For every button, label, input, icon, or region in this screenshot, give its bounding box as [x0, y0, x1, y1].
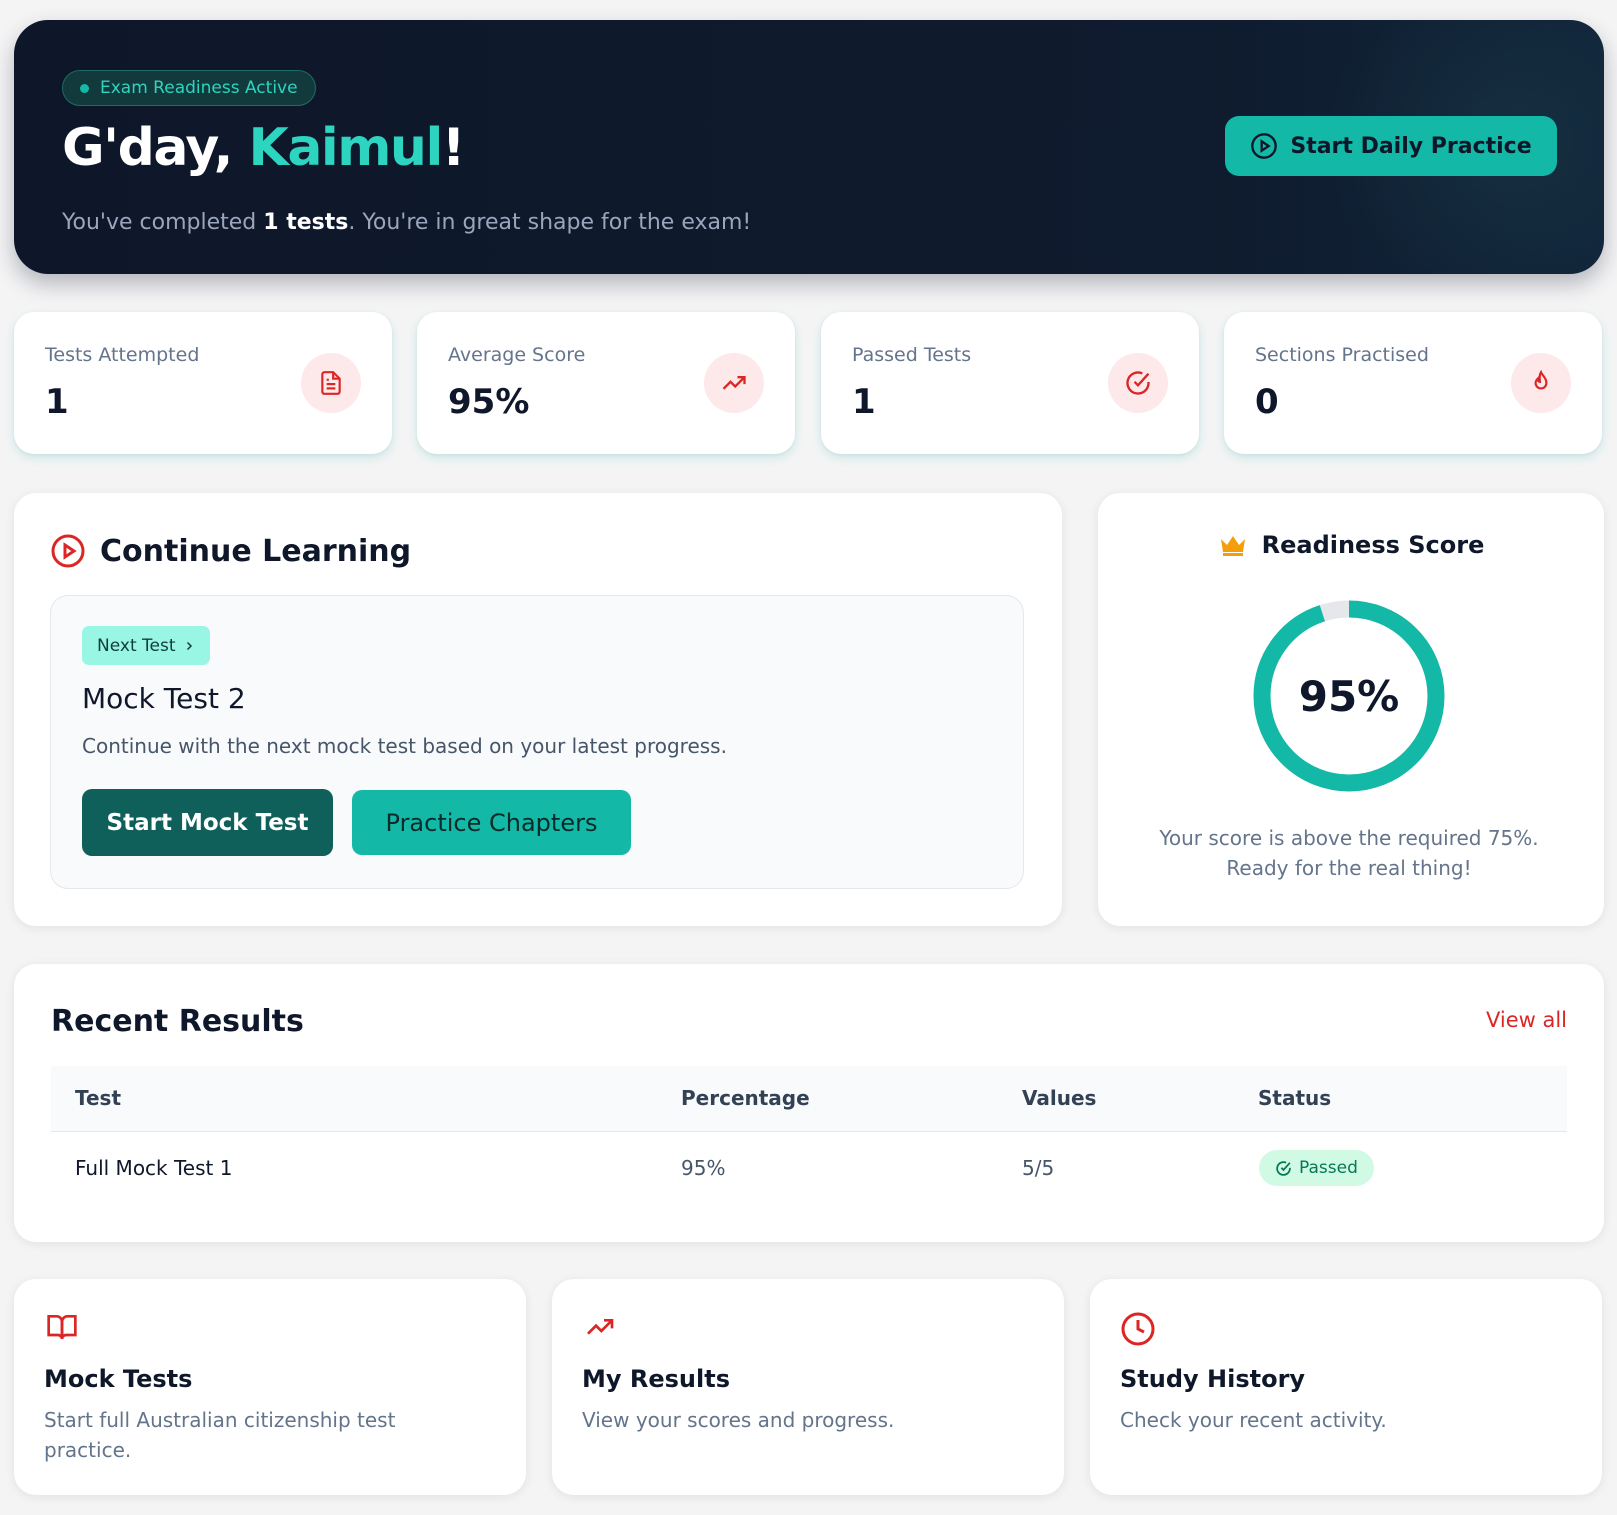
column-header-status: Status: [1258, 1086, 1332, 1110]
table-row[interactable]: Full Mock Test 1 95% 5/5 Passed: [51, 1132, 1567, 1204]
greeting-suffix: !: [441, 118, 466, 178]
book-open-icon: [44, 1311, 80, 1347]
practice-chapters-button[interactable]: Practice Chapters: [352, 790, 631, 855]
user-name: Kaimul: [248, 118, 444, 178]
chevron-right-icon: [187, 641, 193, 650]
column-header-values: Values: [1022, 1086, 1097, 1110]
status-badge: Exam Readiness Active: [62, 70, 316, 106]
subtitle-suffix: . You're in great shape for the exam!: [348, 210, 752, 235]
readiness-score-card: Readiness Score 95% Your score is above …: [1098, 493, 1604, 926]
crown-icon: [1220, 536, 1245, 556]
check-circle-icon: [1276, 1160, 1291, 1176]
readiness-heading: Readiness Score: [1098, 531, 1604, 559]
cell-values: 5/5: [1022, 1156, 1055, 1180]
view-all-link[interactable]: View all: [1486, 1008, 1567, 1032]
quick-link-title: Study History: [1120, 1365, 1306, 1393]
stat-label: Average Score: [448, 344, 586, 366]
status-badge-passed: Passed: [1259, 1150, 1374, 1186]
greeting-prefix: G'day,: [62, 118, 249, 178]
check-circle-icon: [1108, 353, 1168, 413]
quick-link-description: View your scores and progress.: [582, 1408, 895, 1432]
hero-subtitle: You've completed 1 tests. You're in grea…: [62, 210, 751, 235]
quick-link-description: Check your recent activity.: [1120, 1408, 1387, 1432]
column-header-test: Test: [75, 1086, 122, 1110]
results-table-header: Test Percentage Values Status: [51, 1066, 1567, 1132]
hero-banner: Exam Readiness Active G'day, Kaimul! You…: [14, 20, 1604, 274]
dashboard: Exam Readiness Active G'day, Kaimul! You…: [0, 0, 1617, 1515]
stat-card-tests-attempted: Tests Attempted 1: [14, 312, 392, 454]
continue-learning-title: Continue Learning: [100, 533, 412, 569]
stat-value: 1: [45, 382, 69, 422]
stat-label: Sections Practised: [1255, 344, 1429, 366]
next-test-description: Continue with the next mock test based o…: [82, 734, 727, 758]
greeting-heading: G'day, Kaimul!: [62, 118, 466, 178]
next-test-tag[interactable]: Next Test: [82, 626, 211, 665]
status-dot-icon: [80, 83, 89, 93]
next-test-name: Mock Test 2: [82, 682, 246, 715]
stat-value: 95%: [448, 382, 530, 422]
quick-link-mock-tests[interactable]: Mock Tests Start full Australian citizen…: [14, 1279, 526, 1495]
column-header-percentage: Percentage: [681, 1086, 810, 1110]
tests-completed-count: 1 tests: [263, 210, 349, 235]
stat-value: 1: [852, 382, 876, 422]
cell-test: Full Mock Test 1: [75, 1156, 233, 1180]
status-badge-label: Exam Readiness Active: [100, 78, 298, 98]
recent-results-card: Recent Results View all Test Percentage …: [14, 964, 1604, 1242]
quick-link-title: My Results: [582, 1365, 730, 1393]
document-icon: [301, 353, 361, 413]
stat-label: Tests Attempted: [45, 344, 200, 366]
stat-label: Passed Tests: [852, 344, 972, 366]
trending-up-icon: [704, 353, 764, 413]
readiness-title: Readiness Score: [1261, 531, 1485, 559]
cell-percentage: 95%: [681, 1156, 726, 1180]
readiness-score-value: 95%: [1298, 671, 1400, 721]
stat-card-average-score: Average Score 95%: [417, 312, 795, 454]
play-circle-icon: [1251, 133, 1278, 159]
readiness-note: Your score is above the required 75%. Re…: [1159, 826, 1539, 880]
start-daily-practice-button[interactable]: Start Daily Practice: [1225, 116, 1557, 176]
stat-card-sections-practised: Sections Practised 0: [1224, 312, 1602, 454]
start-daily-practice-label: Start Daily Practice: [1290, 133, 1532, 159]
status-label: Passed: [1299, 1158, 1358, 1178]
next-test-panel: Next Test Mock Test 2 Continue with the …: [50, 595, 1024, 889]
start-mock-test-button[interactable]: Start Mock Test: [82, 789, 333, 856]
play-circle-icon: [51, 534, 85, 568]
trending-up-icon: [582, 1311, 618, 1347]
continue-learning-card: Continue Learning Next Test Mock Test 2 …: [14, 493, 1062, 926]
flame-icon: [1511, 353, 1571, 413]
recent-results-title: Recent Results: [51, 1004, 304, 1039]
quick-link-study-history[interactable]: Study History Check your recent activity…: [1090, 1279, 1602, 1495]
subtitle-prefix: You've completed: [62, 210, 264, 235]
next-test-tag-label: Next Test: [97, 635, 176, 656]
quick-link-description: Start full Australian citizenship test p…: [44, 1408, 396, 1462]
clock-icon: [1120, 1311, 1156, 1351]
continue-learning-heading: Continue Learning: [50, 533, 411, 569]
stat-value: 0: [1255, 382, 1279, 422]
quick-link-my-results[interactable]: My Results View your scores and progress…: [552, 1279, 1064, 1495]
quick-link-title: Mock Tests: [44, 1365, 193, 1393]
stat-card-passed-tests: Passed Tests 1: [821, 312, 1199, 454]
